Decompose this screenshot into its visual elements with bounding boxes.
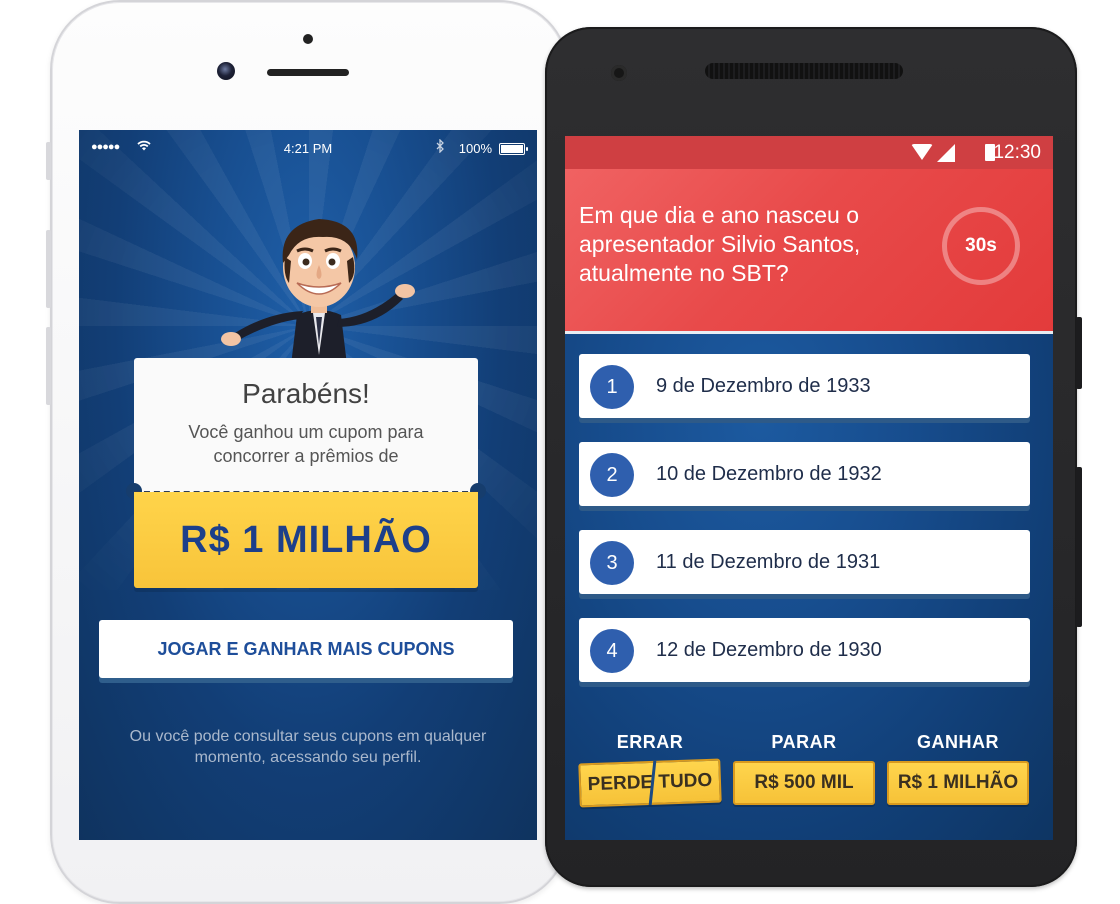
android-screen: 12:30 Em que dia e ano nasceu o apresent…: [565, 136, 1053, 840]
power-button: [1076, 317, 1082, 389]
wifi-icon: [911, 144, 933, 160]
bluetooth-icon: [436, 138, 445, 156]
option-label: 12 de Dezembro de 1930: [656, 639, 882, 661]
ios-status-bar: ●●●●● 4:21 PM 100%: [79, 130, 537, 166]
stake-value-badge: R$ 500 MIL: [733, 761, 875, 805]
speaker-grille: [705, 63, 903, 79]
mascot-illustration: [221, 219, 415, 365]
stake-ganhar: GANHAR R$ 1 MILHÃO: [887, 732, 1029, 805]
coupon-footnote: Ou você pode consultar seus cupons em qu…: [129, 728, 487, 766]
android-status-bar: 12:30: [565, 136, 1053, 169]
volume-up-button: [46, 230, 51, 308]
ios-screen: ●●●●● 4:21 PM 100% Parabéns! Você ganhou…: [79, 130, 537, 840]
question-divider: [565, 331, 1053, 334]
question-panel: Em que dia e ano nasceu o apresentador S…: [565, 169, 1053, 331]
volume-button: [1076, 467, 1082, 627]
option-number-badge: 1: [590, 365, 634, 409]
battery-icon: [499, 143, 528, 155]
volume-down-button: [46, 327, 51, 405]
question-text: Em que dia e ano nasceu o apresentador S…: [579, 202, 861, 286]
coupon-ticket-prize: R$ 1 MILHÃO: [134, 492, 478, 588]
cellular-signal-icon: [937, 144, 955, 162]
stake-parar[interactable]: PARAR R$ 500 MIL: [733, 732, 875, 805]
timer-value: 30s: [965, 235, 997, 256]
stake-heading: ERRAR: [616, 732, 684, 752]
answer-option-1[interactable]: 1 9 de Dezembro de 1933: [579, 354, 1030, 418]
coupon-ticket-top: Parabéns! Você ganhou um cupom para conc…: [134, 358, 478, 492]
answer-option-2[interactable]: 2 10 de Dezembro de 1932: [579, 442, 1030, 506]
battery-percent: 100%: [458, 141, 492, 156]
stake-value-badge: R$ 1 MILHÃO: [887, 761, 1029, 805]
ticket-subtitle: Você ganhou um cupom para concorrer a pr…: [188, 422, 424, 466]
status-time: 12:30: [993, 142, 1041, 163]
ticket-title: Parabéns!: [242, 378, 370, 409]
stake-value-badge: PERDE TUDO: [578, 758, 722, 808]
stake-errar: ERRAR PERDE TUDO: [578, 732, 722, 808]
answer-option-3[interactable]: 3 11 de Dezembro de 1931: [579, 530, 1030, 594]
option-label: 9 de Dezembro de 1933: [656, 375, 871, 397]
option-number-badge: 2: [590, 453, 634, 497]
stake-heading: PARAR: [771, 732, 837, 752]
front-camera-icon: [217, 62, 235, 80]
stake-heading: GANHAR: [917, 732, 999, 752]
proximity-sensor: [303, 34, 313, 44]
earpiece-speaker: [267, 69, 349, 76]
answer-option-4[interactable]: 4 12 de Dezembro de 1930: [579, 618, 1030, 682]
option-label: 10 de Dezembro de 1932: [656, 463, 882, 485]
option-number-badge: 3: [590, 541, 634, 585]
front-camera-icon: [611, 65, 627, 81]
mute-switch: [46, 142, 51, 180]
option-label: 11 de Dezembro de 1931: [656, 551, 881, 573]
prize-amount: R$ 1 MILHÃO: [180, 519, 432, 561]
play-and-earn-button[interactable]: JOGAR E GANHAR MAIS CUPONS: [99, 620, 513, 678]
countdown-timer: 30s: [942, 207, 1020, 285]
play-and-earn-label: JOGAR E GANHAR MAIS CUPONS: [157, 639, 455, 659]
option-number-badge: 4: [590, 629, 634, 673]
